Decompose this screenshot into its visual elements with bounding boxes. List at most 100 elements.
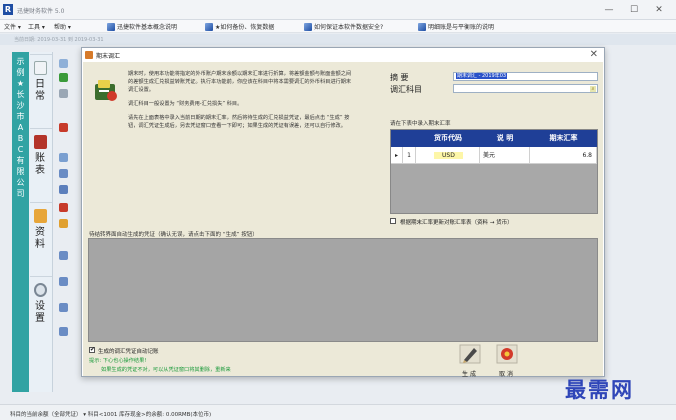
lookup-icon[interactable]: ⌕ xyxy=(590,86,596,92)
table-icon[interactable] xyxy=(59,169,68,178)
grid-header-rate[interactable]: 期末汇率 xyxy=(530,130,597,147)
instructions-text: 期末时，使用本功能将指定的外币账户期末余额以期末汇率进行折算，将差额金额与账面金… xyxy=(128,70,356,136)
dialog-close-button[interactable]: ✕ xyxy=(590,49,598,60)
company-char: 司 xyxy=(16,189,25,198)
table-icon[interactable] xyxy=(59,251,68,260)
grid-header-desc[interactable]: 说 明 xyxy=(480,130,530,147)
check-icon[interactable] xyxy=(59,73,68,82)
company-char: A xyxy=(17,123,24,132)
menu-link-ledger[interactable]: 明细账是与平衡账的说明 xyxy=(418,22,494,31)
window-titlebar: R 迅捷财务软件 5.0 — ☐ ✕ xyxy=(0,0,676,20)
nav-tab-label: 日常 xyxy=(35,79,45,102)
delete-icon[interactable] xyxy=(59,203,68,212)
currency-code-cell[interactable]: USD xyxy=(416,147,480,164)
menu-bar: 文件 ▾ 工具 ▾ 帮助 ▾ 迅捷软件基本概念说明 ★如何备份、恢复数据 如何保… xyxy=(0,20,676,33)
edit-icon[interactable] xyxy=(59,219,68,228)
list-icon[interactable] xyxy=(59,89,68,98)
company-char: 沙 xyxy=(16,101,25,110)
dialog-app-icon xyxy=(85,51,93,59)
company-char: C xyxy=(17,145,24,154)
function-icons xyxy=(54,55,74,355)
generate-button[interactable]: 生成 xyxy=(456,344,484,378)
close-window-button[interactable]: ✕ xyxy=(648,3,670,17)
doc-icon xyxy=(107,22,115,31)
generate-label: 生成 xyxy=(461,371,478,378)
nav-tab-data[interactable]: 资料 xyxy=(30,202,52,276)
grid-caption: 请在下表中录入期末汇率 xyxy=(390,121,451,127)
menu-link-label: 如何保证本软件数据安全? xyxy=(314,24,384,31)
table-icon[interactable] xyxy=(59,153,68,162)
auto-post-label: 生成的调汇凭证自动记账 xyxy=(98,349,159,355)
app-logo-icon: R xyxy=(3,4,13,15)
account-label: 调汇科目 xyxy=(390,85,422,94)
company-name: 示 例 ★ 长 沙 市 A B C 有 限 公 司 xyxy=(12,56,29,199)
company-char: B xyxy=(17,134,24,143)
delete-icon[interactable] xyxy=(59,123,68,132)
company-char: 限 xyxy=(16,167,25,176)
pen-icon xyxy=(459,344,481,364)
wizard-icon xyxy=(95,80,117,101)
doc-icon xyxy=(304,22,312,31)
company-char: ★ xyxy=(16,79,25,88)
tip-line-1: 提示: 下心也心操作结果! xyxy=(89,358,147,364)
nav-tab-label: 资料 xyxy=(35,227,45,250)
nav-tab-label: 设置 xyxy=(35,301,45,324)
table-icon[interactable] xyxy=(59,327,68,336)
dialog-titlebar: 期末调汇 ✕ xyxy=(82,48,604,62)
menu-tools[interactable]: 工具 ▾ xyxy=(28,22,45,31)
minimize-button[interactable]: — xyxy=(598,3,620,17)
update-rate-checkbox[interactable] xyxy=(390,218,396,224)
dialog-body: 期末时，使用本功能将指定的外币账户期末余额以期末汇率进行折算，将差额金额与账面金… xyxy=(83,62,603,378)
row-pointer: ▸ xyxy=(391,147,403,164)
folder-icon xyxy=(34,209,47,223)
table-icon[interactable] xyxy=(59,277,68,286)
nav-tab-daily[interactable]: 日常 xyxy=(30,54,52,128)
menu-link-label: 明细账是与平衡账的说明 xyxy=(428,24,495,31)
maximize-button[interactable]: ☐ xyxy=(623,3,645,17)
table-icon[interactable] xyxy=(59,185,68,194)
generated-voucher-area[interactable] xyxy=(88,238,598,342)
currency-code-value: USD xyxy=(434,152,463,159)
instruction-paragraph: 调汇科目一般设置为 “财务费用-汇兑损失” 科目。 xyxy=(128,101,243,107)
cancel-button[interactable]: 取消 xyxy=(493,344,521,378)
summary-label: 摘 要 xyxy=(390,73,409,82)
update-rate-label: 根据期末汇率更新对账汇率表（资料 → 货币） xyxy=(400,220,513,226)
company-char: 公 xyxy=(16,178,25,187)
date-toolbar: 当前日期: 2019-03-31 到 2019-03-31 xyxy=(0,34,676,45)
period-end-exchange-dialog: 期末调汇 ✕ 期末时，使用本功能将指定的外币账户期末余额以期末汇率进行折算，将差… xyxy=(81,47,605,378)
voucher-icon[interactable] xyxy=(59,59,68,68)
company-strip: 示 例 ★ 长 沙 市 A B C 有 限 公 司 xyxy=(12,52,29,392)
company-char: 示 xyxy=(16,57,25,66)
doc-icon xyxy=(418,22,426,31)
nav-tab-settings[interactable]: 设置 xyxy=(30,276,52,350)
menu-file[interactable]: 文件 ▾ xyxy=(4,22,21,31)
current-date-range: 当前日期: 2019-03-31 到 2019-03-31 xyxy=(14,37,104,43)
gear-icon xyxy=(34,283,47,297)
account-select[interactable]: ⌕ xyxy=(453,84,598,93)
menu-help[interactable]: 帮助 ▾ xyxy=(54,22,71,31)
ledger-icon xyxy=(34,135,47,149)
summary-input[interactable]: 期末调汇 - 2019年03 xyxy=(453,72,598,81)
company-char: 例 xyxy=(16,68,25,77)
row-index: 1 xyxy=(403,147,416,164)
grid-header-code[interactable]: 货币代码 xyxy=(416,130,480,147)
nav-tab-reports[interactable]: 账表 xyxy=(30,128,52,202)
menu-link-label: ★如何备份、恢复数据 xyxy=(215,24,275,31)
menu-link-concepts[interactable]: 迅捷软件基本概念说明 xyxy=(107,22,177,31)
balance-status[interactable]: 科目的当前余额（全部凭证） ▾ 科目<1001 库存现金>的余额: 0.00RM… xyxy=(10,410,211,418)
nav-tab-label: 账表 xyxy=(35,153,45,176)
voucher-section-label: 待结转界面自动生成的凭证（确认无误，请点击下面的 “生成” 按钮） xyxy=(89,232,258,238)
currency-desc-cell[interactable]: 美元 xyxy=(480,147,530,164)
app-title: 迅捷财务软件 5.0 xyxy=(17,8,65,15)
menu-link-backup[interactable]: ★如何备份、恢复数据 xyxy=(205,22,274,31)
grid-corner xyxy=(391,130,416,147)
company-char: 有 xyxy=(16,156,25,165)
period-end-rate-cell[interactable]: 6.8 xyxy=(530,147,597,164)
nav-panel: 日常 账表 资料 设置 xyxy=(29,52,53,392)
doc-icon xyxy=(205,22,213,31)
company-char: 长 xyxy=(16,90,25,99)
summary-value: 期末调汇 - 2019年03 xyxy=(456,73,508,79)
menu-link-security[interactable]: 如何保证本软件数据安全? xyxy=(304,22,383,31)
auto-post-checkbox[interactable] xyxy=(89,346,95,353)
table-icon[interactable] xyxy=(59,303,68,312)
